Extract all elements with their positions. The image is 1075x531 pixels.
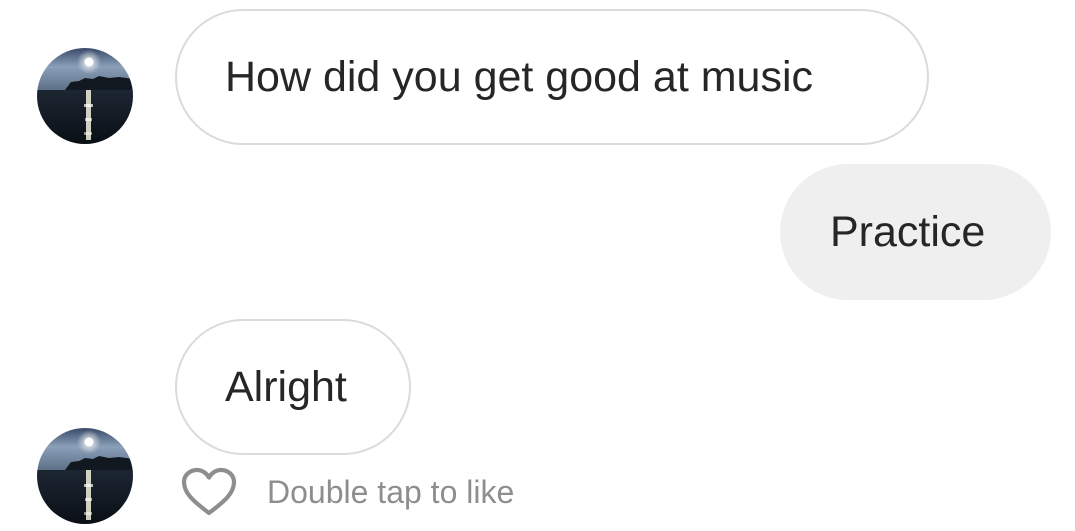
double-tap-hint: Double tap to like xyxy=(267,473,515,510)
message-text: How did you get good at music xyxy=(225,52,813,101)
message-text: Alright xyxy=(225,362,347,411)
message-text: Practice xyxy=(830,207,986,256)
sender-avatar[interactable] xyxy=(37,48,133,144)
sender-avatar[interactable] xyxy=(37,428,133,524)
outgoing-message-bubble[interactable]: Practice xyxy=(780,164,1051,300)
message-thread: How did you get good at music Practice A… xyxy=(0,0,1075,531)
incoming-message-bubble[interactable]: Alright xyxy=(175,319,411,455)
moon-lake-avatar-image xyxy=(37,428,133,524)
heart-icon[interactable] xyxy=(180,466,238,518)
moon-lake-avatar-image xyxy=(37,48,133,144)
like-hint-row: Double tap to like xyxy=(180,466,514,518)
incoming-message-bubble[interactable]: How did you get good at music xyxy=(175,9,929,145)
